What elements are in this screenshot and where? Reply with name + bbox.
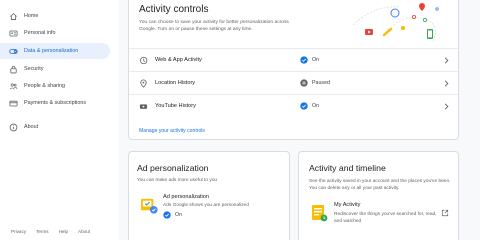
sidebar-item-label: Home [24,13,39,19]
activity-illustration [352,3,439,42]
people-icon [9,82,18,91]
sidebar-item-label: Payments & subscriptions [24,100,87,106]
status-badge: On [300,102,319,110]
sidebar-item-personal-info[interactable]: Personal info [0,25,110,41]
footer-link-terms[interactable]: Terms [36,229,49,234]
activity-timeline-card: Activity and timeline See the activity s… [298,151,459,240]
activity-timeline-title: Activity and timeline [309,163,386,173]
ad-personalization-description: You can make ads more useful to you [137,178,218,183]
ad-personalization-card: Ad personalization You can make ads more… [128,151,290,240]
history-icon [139,56,148,65]
id-card-icon [9,29,18,38]
my-activity-illustration-icon [312,205,328,222]
footer-link-about[interactable]: About [78,229,90,234]
manage-activity-controls-link[interactable]: Manage your activity controls [139,128,205,134]
chevron-right-icon [443,56,450,65]
sidebar-item-people-sharing[interactable]: People & sharing [0,78,110,94]
lock-icon [9,65,18,74]
sidebar-item-label: Personal info [24,30,56,36]
sidebar-item-about[interactable]: About [0,119,110,135]
sidebar: Home Personal info Data & personalizatio… [0,0,118,240]
ad-personalization-illustration-icon [140,198,158,214]
sidebar-item-security[interactable]: Security [0,61,110,77]
sidebar-item-label: Data & personalization [24,48,79,54]
toggle-icon [9,47,18,56]
activity-control-row-web-app[interactable]: Web & App Activity On [129,48,460,71]
location-pin-icon [139,79,148,88]
status-badge: Paused [300,79,330,87]
footer-link-privacy[interactable]: Privacy [11,229,26,234]
activity-control-label: YouTube History [155,103,196,109]
check-circle-icon [300,56,308,64]
chevron-right-icon [443,102,450,111]
credit-card-icon [9,99,18,108]
activity-control-label: Location History [155,80,196,86]
activity-controls-title: Activity controls [139,4,209,15]
activity-control-label: Web & App Activity [155,57,202,63]
sidebar-item-label: About [24,124,39,130]
check-circle-icon [163,211,171,219]
footer-links: Privacy Terms Help About [11,229,90,234]
status-badge: On [300,56,319,64]
info-icon [9,123,18,132]
activity-control-row-location[interactable]: Location History Paused [129,71,460,94]
my-activity-description: Rediscover the things you've searched fo… [334,212,437,224]
sidebar-item-label: Security [24,66,44,72]
sidebar-item-payments[interactable]: Payments & subscriptions [0,95,110,111]
footer-link-help[interactable]: Help [59,229,68,234]
activity-controls-card: Activity controls You can choose to save… [128,0,460,140]
ad-personalization-title: Ad personalization [137,163,209,173]
status-text: On [312,103,320,109]
activity-timeline-description: See the activity saved in your account a… [309,179,451,192]
sidebar-item-data-personalization[interactable]: Data & personalization [0,43,110,59]
sidebar-item-home[interactable]: Home [0,8,110,24]
open-in-new-icon[interactable] [441,209,449,217]
status-text: On [312,57,320,63]
status-badge: On [163,211,182,219]
check-circle-icon [300,102,308,110]
activity-controls-description: You can choose to save your activity for… [139,20,289,33]
status-text: On [175,212,183,218]
activity-control-row-youtube[interactable]: YouTube History On [129,94,460,117]
sidebar-item-label: People & sharing [24,83,66,89]
ad-personalization-setting-title[interactable]: Ad personalization [163,194,209,200]
status-text: Paused [312,80,330,86]
chevron-right-icon [443,79,450,88]
paused-circle-icon [300,79,308,87]
ad-personalization-setting-description: Ads Google shows you are personalized [163,203,249,208]
youtube-icon [139,102,148,111]
my-activity-title[interactable]: My Activity [334,202,360,208]
home-icon [9,12,18,21]
